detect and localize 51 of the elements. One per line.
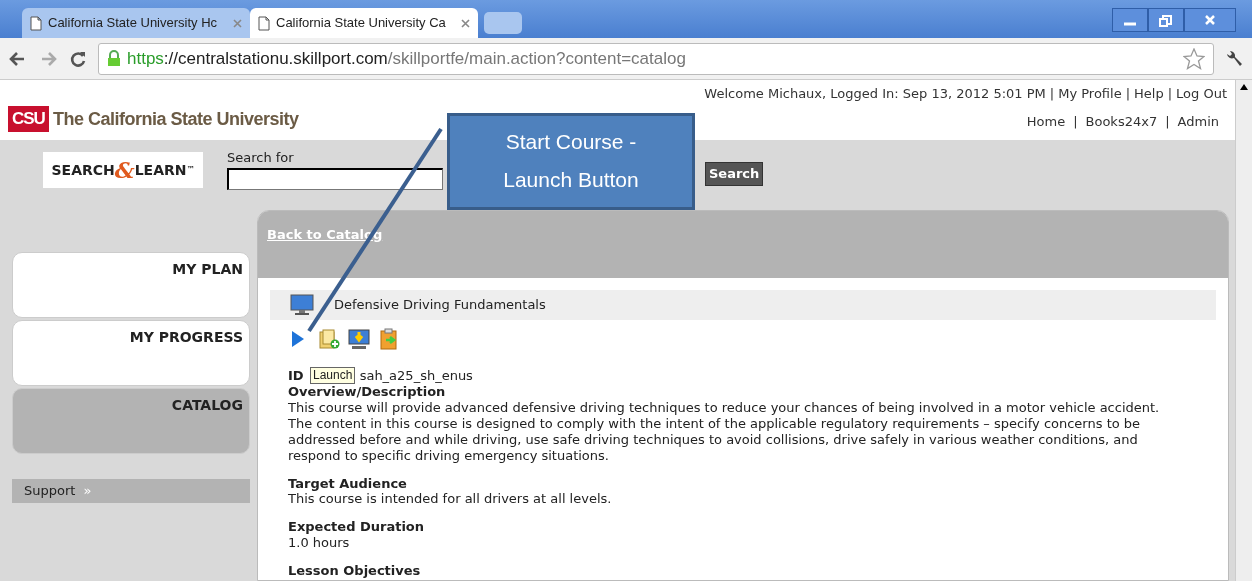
minimize-icon [1123, 21, 1137, 27]
section-text: This course is intended for all drivers at all levels. [288, 491, 613, 508]
scrollbar[interactable] [1235, 80, 1252, 581]
close-button[interactable] [1184, 8, 1236, 32]
folder-add-icon[interactable] [318, 328, 340, 350]
course-id: sah_a25_sh_enus [359, 368, 473, 384]
nav-link[interactable]: Home [1026, 111, 1066, 131]
close-icon[interactable] [461, 18, 470, 28]
browser-tab[interactable]: California State University Ca [250, 8, 478, 38]
page-icon [258, 15, 270, 31]
separator: | [1049, 85, 1055, 103]
separator: | [1167, 85, 1173, 103]
search-field[interactable] [227, 167, 443, 190]
sidebar-item[interactable]: MY PROGRESS [12, 320, 250, 386]
monitor-icon [290, 293, 314, 317]
page-icon [30, 15, 42, 31]
tooltip: Launch [310, 367, 356, 384]
wrench-icon[interactable] [1224, 48, 1244, 69]
callout-box: Start Course - Launch Button [447, 113, 695, 210]
address-bar[interactable]: https://centralstationu.skillport.com/skillportfe/main.action?content=catalog [98, 42, 1214, 75]
section-text: 1.0 hours [288, 534, 351, 551]
section-heading: Expected Duration [288, 519, 426, 535]
logo-text: The California State University [52, 107, 299, 131]
separator: | [1073, 112, 1078, 131]
separator: | [1125, 85, 1131, 103]
search-button[interactable]: Search [705, 162, 764, 186]
star-icon[interactable] [1183, 47, 1205, 70]
monitor-download-icon[interactable] [348, 328, 370, 350]
sidebar-item[interactable]: CATALOG [12, 388, 250, 454]
sidebar-item[interactable]: MY PLAN [12, 252, 250, 318]
browser-tab[interactable]: California State University Hc [22, 8, 250, 38]
restore-icon [1157, 12, 1175, 28]
section-heading: Target Audience [288, 475, 408, 492]
header-link[interactable]: Help [1134, 84, 1164, 104]
section-heading: Overview/Description [288, 384, 447, 400]
nav-link[interactable]: Admin [1177, 111, 1219, 131]
minimize-button[interactable] [1112, 8, 1148, 32]
course-title: Defensive Driving Fundamentals [334, 296, 546, 315]
support-link[interactable]: Support » [12, 479, 250, 503]
nav-link[interactable]: Books24x7 [1085, 111, 1158, 131]
restore-button[interactable] [1148, 8, 1184, 32]
logo-mark: CSU [8, 106, 49, 132]
search-label: Search for [227, 149, 295, 167]
header-link[interactable]: Log Out [1176, 84, 1227, 104]
section-heading: Lesson Objectives [288, 562, 422, 579]
separator: | [1165, 112, 1170, 131]
section-text: This course will provide advanced defensive driving techniques to reduce your chances of being involved in a motor vehicle accident. The content in this course is designed to comply with the intent of the applicable regulatory requirements – specify concerns to be addressed before and while driving, use safe driving techniques to avoid collisions, drive safely in various weather conditions, and respond to specific driving emergency situations. [288, 399, 1161, 464]
id-label: ID [288, 368, 304, 384]
lock-icon [107, 50, 121, 67]
welcome-text: Welcome Michaux, Logged In: Sep 13, 2012 5:01 PM [704, 85, 1046, 103]
header-link[interactable]: My Profile [1058, 84, 1122, 104]
